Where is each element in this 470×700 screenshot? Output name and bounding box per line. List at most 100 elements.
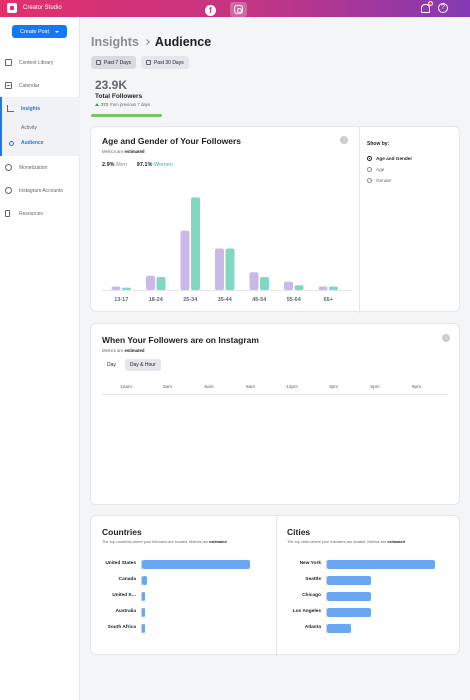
sidebar-item-activity[interactable]: Activity (2, 120, 80, 135)
countries-row-bar[interactable] (142, 592, 146, 601)
countries-row-bar[interactable] (142, 560, 250, 569)
bar-women-13-17[interactable] (122, 287, 131, 290)
bar-men-55-64[interactable] (284, 281, 293, 290)
creator-studio-logo-icon (7, 3, 17, 13)
notifications-bell-icon[interactable] (420, 1, 433, 13)
page-title: Audience (154, 35, 212, 49)
bar-women-45-54[interactable] (260, 276, 269, 290)
show-by-title: Show by: (367, 141, 390, 147)
active-times-card: When Your Followers are on Instagram Met… (90, 323, 460, 505)
bar-men-65+[interactable] (318, 286, 328, 290)
cities-row-bar[interactable] (327, 624, 351, 633)
arrow-up-icon (95, 103, 99, 106)
note-bold: estimated (387, 540, 405, 544)
sidebar-item-label: Instagram Accounts (19, 187, 63, 194)
insights-icon (7, 105, 14, 112)
notification-badge (428, 1, 433, 6)
breadcrumb: Insights Audience (91, 35, 211, 49)
cities-row-bar[interactable] (327, 560, 435, 569)
hour-label: 9pm (411, 385, 422, 390)
bar-men-35-44[interactable] (215, 248, 224, 290)
hour-label: 9am (245, 385, 256, 390)
info-icon[interactable]: i (340, 136, 348, 144)
sidebar-item-calendar[interactable]: Calendar (0, 74, 80, 97)
create-post-button[interactable]: Create Post (12, 25, 67, 38)
cities-row-name: Atlanta (304, 625, 321, 630)
countries-row-name: Australia (115, 609, 136, 614)
cities-row-name: Seattle (305, 577, 321, 582)
tab-day[interactable]: Day (102, 359, 121, 371)
cities-row-bar[interactable] (327, 608, 372, 617)
sidebar: Create Post Content Library Calendar Ins… (0, 17, 80, 700)
metrics-note-bold: estimated (124, 348, 145, 353)
sidebar-item-content-library[interactable]: Content Library (0, 51, 80, 74)
library-icon (5, 59, 12, 66)
cities-row-bar[interactable] (327, 576, 372, 585)
radio-gender[interactable]: Gender (367, 175, 412, 186)
countries-row-bar[interactable] (142, 608, 145, 617)
cities-row-bar[interactable] (327, 592, 372, 601)
past-7-days-button[interactable]: Past 7 Days (91, 56, 136, 69)
radio-age-and-gender[interactable]: Age and Gender (367, 153, 412, 164)
breadcrumb-insights[interactable]: Insights (91, 35, 139, 49)
cities-note: The top cities where your followers are … (287, 540, 405, 544)
sidebar-item-label: Monetization (19, 164, 48, 171)
sidebar-item-audience[interactable]: Audience (2, 135, 80, 150)
bar-women-65+[interactable] (329, 286, 338, 290)
radio-age[interactable]: Age (367, 164, 412, 175)
sidebar-item-label: Content Library (19, 59, 54, 66)
calendar-icon (96, 60, 101, 65)
bar-men-18-24[interactable] (146, 275, 155, 290)
delta-text: from previous 7 days (110, 102, 151, 107)
sidebar-item-instagram-accounts[interactable]: Instagram Accounts (0, 179, 80, 202)
instagram-tab[interactable] (230, 2, 247, 17)
countries-title: Countries (102, 527, 142, 537)
bar-women-55-64[interactable] (294, 285, 304, 290)
past-30-days-button[interactable]: Past 30 Days (140, 56, 189, 69)
list-item: United States (91, 560, 276, 570)
info-icon[interactable]: i (442, 334, 450, 342)
sidebar-item-label: Resources (19, 210, 43, 217)
x-tick-label: 55-64 (287, 297, 302, 303)
card-divider (359, 127, 360, 313)
brand[interactable]: Creator Studio (7, 3, 62, 13)
hour-label: 3am (162, 385, 173, 390)
bar-men-45-54[interactable] (249, 272, 259, 290)
countries-row-bar[interactable] (142, 576, 148, 585)
x-tick-label: 45-54 (252, 297, 267, 303)
countries-row-bar[interactable] (142, 624, 145, 633)
list-item: New York (276, 560, 461, 570)
delta-value: 373 (101, 102, 109, 107)
list-item: Chicago (276, 592, 461, 602)
hour-axis-line (102, 394, 448, 395)
x-tick-label: 35-44 (218, 297, 233, 303)
sidebar-item-label: Calendar (19, 82, 40, 89)
list-item: Canada (91, 576, 276, 586)
facebook-icon[interactable]: f (205, 4, 216, 16)
sidebar-item-label: Activity (21, 124, 37, 131)
sidebar-item-label: Insights (21, 105, 41, 112)
help-icon[interactable]: ? (438, 3, 448, 13)
countries-row-name: South Africa (107, 625, 136, 630)
show-by-panel: Show by: Age and Gender Age Gender (367, 141, 412, 186)
bar-women-18-24[interactable] (156, 276, 166, 290)
tab-day-and-hour[interactable]: Day & Hour (124, 359, 161, 371)
sidebar-item-insights[interactable]: Insights (2, 97, 80, 120)
women-summary: 97.1% Women (137, 162, 173, 168)
bar-men-13-17[interactable] (111, 286, 121, 290)
bar-men-25-34[interactable] (180, 230, 190, 290)
radio-label: Age and Gender (376, 156, 413, 161)
hour-label: 6pm (370, 385, 380, 390)
bar-women-35-44[interactable] (225, 248, 235, 290)
bar-women-25-34[interactable] (191, 197, 200, 290)
gender-summary: 2.9% Men 97.1% Women (102, 162, 173, 168)
account-icon (5, 187, 12, 194)
sidebar-item-resources[interactable]: Resources (0, 202, 80, 225)
note-prefix: The top cities where your followers are … (287, 540, 387, 544)
sidebar-item-monetization[interactable]: Monetization (0, 156, 80, 179)
hour-label: 12pm (286, 385, 298, 390)
x-tick-label: 18-24 (149, 297, 164, 303)
countries-note: The top countries where your followers a… (102, 540, 227, 544)
metrics-note-bold: estimated (124, 149, 145, 154)
countries-row-name: United States (105, 561, 136, 566)
